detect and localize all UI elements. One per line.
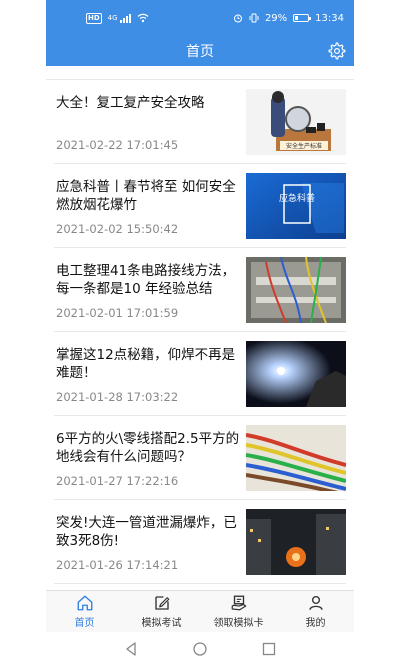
battery-percent: 29% xyxy=(264,12,288,24)
article-date: 2021-02-01 17:01:59 xyxy=(56,306,179,320)
list-item[interactable]: 掌握这12点秘籍，仰焊不再是难题！ 2021-01-28 17:03:22 xyxy=(54,332,346,416)
article-list: 大全！复工复产安全攻略 2021-02-22 17:01:45 安全生产标准 应… xyxy=(46,80,354,590)
article-title: 6平方的火\零线搭配2.5平方的地线会有什么问题吗？ xyxy=(56,431,240,465)
list-item[interactable]: 突发!大连一管道泄漏爆炸，已致3死8伤! 2021-01-26 17:14:21 xyxy=(54,500,346,584)
status-bar: HD 4G 29% 13:34 xyxy=(46,0,354,36)
status-right: 29% 13:34 xyxy=(233,13,344,24)
home-icon xyxy=(77,595,92,611)
vibrate-icon xyxy=(249,13,259,23)
tab-label: 领取模拟卡 xyxy=(213,618,264,629)
list-item[interactable]: 6平方的火\零线搭配2.5平方的地线会有什么问题吗？ 2021-01-27 17… xyxy=(54,416,346,500)
thumb-caption: 安全生产标准 xyxy=(286,142,322,150)
welding-photo xyxy=(246,341,346,407)
battery-icon xyxy=(293,14,312,22)
article-title: 应急科普丨春节将至 如何安全燃放烟花爆竹 xyxy=(56,179,236,213)
article-date: 2021-01-27 17:22:16 xyxy=(56,474,179,488)
tab-mock-exam[interactable]: 模拟考试 xyxy=(123,591,200,632)
article-title: 电工整理41条电路接线方法，每一条都是10 年经验总结 xyxy=(56,263,236,297)
signal-icon xyxy=(119,13,131,23)
thumb-caption-1: 应急科普 xyxy=(279,192,315,204)
tab-claim-card[interactable]: 领取模拟卡 xyxy=(200,591,277,632)
card-icon xyxy=(231,595,246,611)
recents-icon[interactable] xyxy=(262,642,276,656)
article-date: 2021-02-22 17:01:45 xyxy=(56,138,179,152)
app-page: HD 4G 29% 13:34 首页 大全！复工复产安全攻略 2021-02-2… xyxy=(46,0,354,666)
colored-wires-photo xyxy=(246,425,346,491)
article-title: 掌握这12点秘籍，仰焊不再是难题！ xyxy=(56,347,236,381)
app-header: 首页 xyxy=(46,36,354,66)
emergency-science-banner: 应急科普 xyxy=(246,173,346,239)
tab-label: 模拟考试 xyxy=(141,618,182,629)
user-icon xyxy=(308,595,323,610)
status-left: HD 4G xyxy=(86,12,149,24)
network-label: 4G xyxy=(107,14,118,22)
tab-home[interactable]: 首页 xyxy=(46,591,123,632)
list-item[interactable]: 应急科普丨春节将至 如何安全燃放烟花爆竹 2021-02-02 15:50:42… xyxy=(54,164,346,248)
hd-badge: HD xyxy=(86,12,102,24)
list-item[interactable]: 大全！复工复产安全攻略 2021-02-22 17:01:45 安全生产标准 xyxy=(54,80,346,164)
page-title: 首页 xyxy=(186,44,214,60)
home-button-icon[interactable] xyxy=(193,642,207,656)
clock: 13:34 xyxy=(315,12,344,24)
tab-label: 首页 xyxy=(74,618,95,629)
article-title: 大全！复工复产安全攻略 xyxy=(56,95,205,111)
gear-icon[interactable] xyxy=(328,42,346,60)
bottom-tab-bar: 首页 模拟考试 领取模拟卡 我的 xyxy=(46,590,354,632)
wifi-icon xyxy=(137,13,148,23)
system-nav-bar xyxy=(46,632,354,666)
article-date: 2021-02-02 15:50:42 xyxy=(56,222,179,236)
safety-production-illustration: 安全生产标准 xyxy=(246,89,346,155)
tab-profile[interactable]: 我的 xyxy=(277,591,354,632)
article-title: 突发!大连一管道泄漏爆炸，已致3死8伤! xyxy=(56,515,237,549)
edit-icon xyxy=(154,596,169,610)
tab-label: 我的 xyxy=(305,618,326,629)
alarm-icon xyxy=(233,14,242,23)
electrical-wiring-photo xyxy=(246,257,346,323)
article-date: 2021-01-28 17:03:22 xyxy=(56,390,179,404)
article-date: 2021-01-26 17:14:21 xyxy=(56,558,179,572)
back-icon[interactable] xyxy=(124,642,138,656)
list-item[interactable]: 电工整理41条电路接线方法，每一条都是10 年经验总结 2021-02-01 1… xyxy=(54,248,346,332)
explosion-night-photo xyxy=(246,509,346,575)
